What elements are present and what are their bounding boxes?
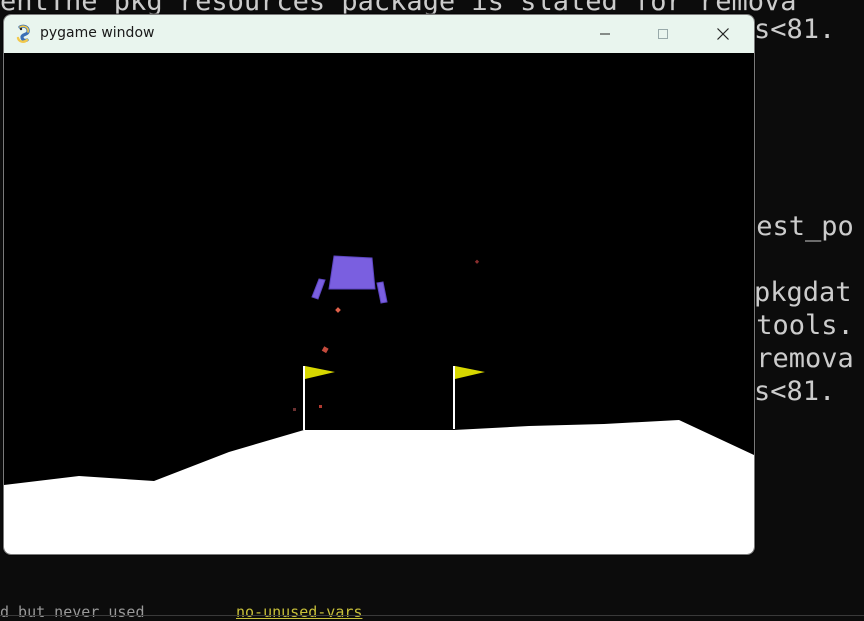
minimize-button[interactable] [576, 15, 634, 53]
terminal-footer-text: d but never used [0, 603, 145, 621]
terminal-divider [0, 615, 864, 616]
minimize-icon [600, 33, 610, 35]
close-button[interactable] [694, 15, 752, 53]
close-icon [717, 28, 729, 40]
terminal-line: pkgdat [754, 277, 852, 308]
pygame-window[interactable]: pygame window [3, 14, 755, 555]
terminal-line: ptools. [740, 310, 854, 341]
maximize-button[interactable] [634, 15, 692, 53]
terminal-line: remova [740, 343, 854, 374]
window-titlebar[interactable]: pygame window [4, 15, 754, 53]
terminal-line: s<81. [754, 14, 836, 45]
pygame-snake-icon [16, 24, 30, 43]
window-title: pygame window [40, 25, 155, 41]
terminal-line: s<81. [754, 376, 836, 407]
maximize-icon [658, 29, 668, 39]
game-canvas[interactable] [4, 53, 754, 554]
terminal-footer-link[interactable]: no-unused-vars [236, 603, 362, 621]
terminal-line: best_po [740, 211, 854, 242]
